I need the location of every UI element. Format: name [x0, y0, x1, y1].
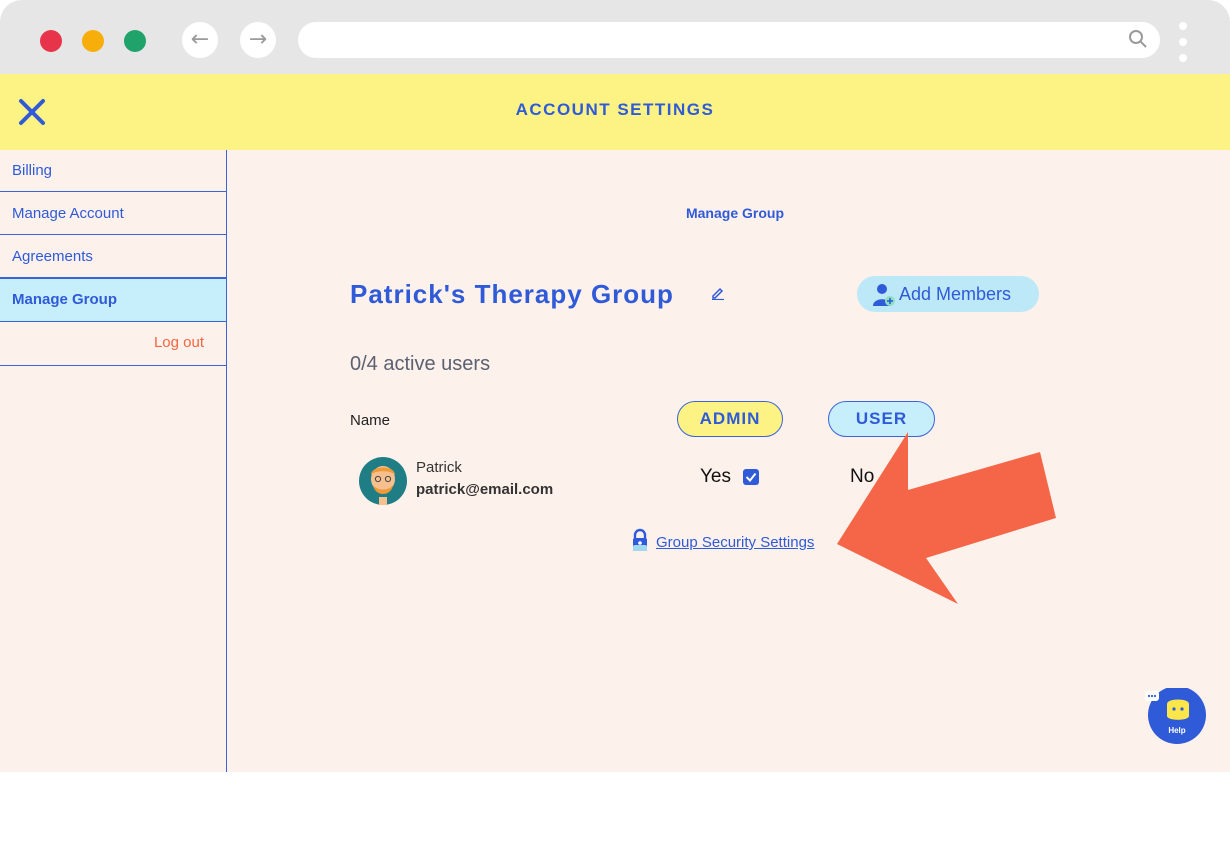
avatar — [359, 457, 407, 505]
admin-checkbox[interactable] — [743, 469, 759, 485]
section-subtitle: Manage Group — [685, 205, 784, 221]
sidebar-item-manage-group[interactable]: Manage Group — [0, 278, 226, 322]
annotation-arrow — [837, 432, 1056, 604]
lock-icon — [633, 528, 647, 551]
search-icon[interactable] — [1128, 29, 1148, 49]
sidebar-item-agreements[interactable]: Agreements — [0, 236, 226, 278]
column-header-admin: ADMIN — [677, 401, 783, 437]
active-users-count: 0/4 active users — [350, 353, 491, 375]
group-name: Patrick's Therapy Group — [350, 279, 674, 309]
group-security-settings-link[interactable]: Group Security Settings — [656, 534, 814, 551]
logout-link[interactable]: Log out — [0, 322, 226, 366]
add-members-button[interactable]: Add Members — [857, 276, 1039, 312]
add-members-label: Add Members — [899, 284, 1012, 304]
add-member-icon — [873, 284, 895, 306]
help-label: Help — [1168, 726, 1186, 735]
back-arrow-icon[interactable]: ← — [182, 22, 218, 58]
page-title: ACCOUNT SETTINGS — [515, 100, 715, 119]
edit-icon[interactable] — [711, 286, 725, 300]
admin-value: Yes — [700, 466, 731, 487]
user-email: patrick@email.com — [416, 481, 554, 498]
sidebar-item-manage-account[interactable]: Manage Account — [0, 193, 226, 235]
window-maximize-dot[interactable] — [124, 30, 146, 52]
address-bar[interactable] — [298, 22, 1160, 58]
browser-menu-icon[interactable] — [1178, 22, 1188, 62]
window-minimize-dot[interactable] — [82, 30, 104, 52]
forward-arrow-icon[interactable]: → — [240, 22, 276, 58]
sidebar-item-billing[interactable]: Billing — [0, 150, 226, 192]
column-header-name: Name — [350, 412, 391, 429]
browser-chrome: ← → — [0, 0, 1230, 74]
window-close-dot[interactable] — [40, 30, 62, 52]
check-icon — [745, 472, 757, 483]
user-name: Patrick — [416, 459, 462, 476]
help-chat-icon[interactable] — [1144, 688, 1208, 746]
sidebar: Billing Manage Account Agreements Manage… — [0, 150, 227, 772]
